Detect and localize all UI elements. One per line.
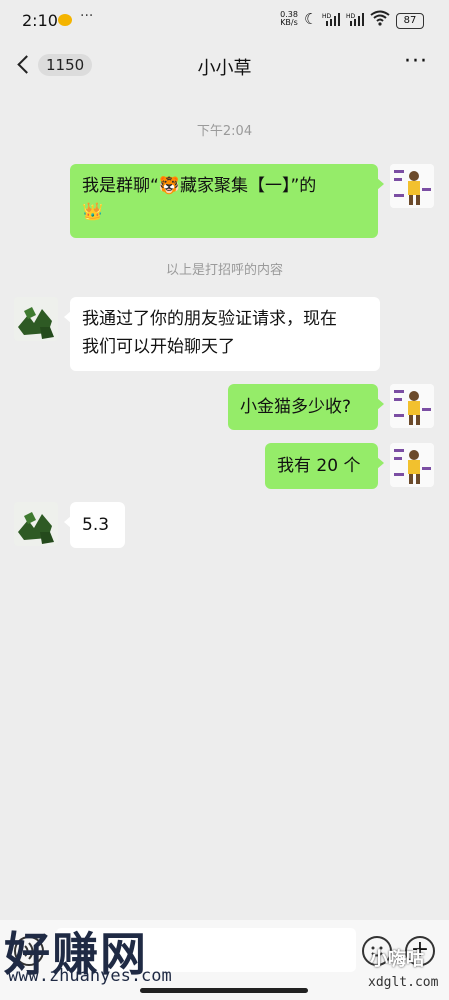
more-notifications-icon: ···	[80, 8, 94, 24]
contact-avatar[interactable]	[14, 502, 58, 546]
home-indicator[interactable]	[140, 988, 308, 993]
message-timestamp: 下午2:04	[196, 124, 253, 139]
message-text: 5.3	[82, 515, 110, 535]
message-text-line: 我们可以开始聊天了	[82, 337, 235, 357]
network-speed-unit: KB/s	[280, 18, 298, 27]
message-bubble-sent[interactable]: 我有 20 个	[265, 443, 384, 489]
my-avatar[interactable]	[390, 384, 434, 428]
signal-label-2: HD	[346, 13, 356, 20]
battery-indicator: 87	[396, 13, 424, 29]
contact-avatar[interactable]	[14, 297, 58, 341]
message-text: 小金猫多少收?	[240, 397, 352, 417]
message-text-line: 👑	[82, 202, 104, 222]
more-options-button[interactable]: ···	[401, 51, 431, 80]
chat-header: 1150 小小草 ···	[0, 42, 449, 90]
my-avatar[interactable]	[390, 164, 434, 208]
watermark-right-title: 小嗨咕	[370, 949, 424, 970]
watermark-right-url: xdglt.com	[368, 975, 439, 990]
plant-avatar-icon	[14, 297, 58, 341]
message-bubble-received[interactable]: 我通过了你的朋友验证请求，现在 我们可以开始聊天了	[64, 297, 380, 371]
network-speed: 0.38 KB/s	[278, 11, 300, 27]
chat-title: 小小草	[197, 58, 252, 79]
wifi-icon	[370, 10, 390, 26]
watermark-left-url: www.zhuanyes.com	[8, 966, 172, 986]
status-time: 2:10	[22, 11, 58, 30]
message-bubble-sent[interactable]: 我是群聊“🐯藏家聚集【一】”的 👑	[70, 164, 384, 238]
player-avatar-icon	[390, 164, 434, 208]
player-avatar-icon	[390, 384, 434, 428]
message-text-line: 我是群聊“🐯藏家聚集【一】”的	[82, 176, 317, 196]
signal-icon: HD	[322, 13, 340, 26]
greeting-note: 以上是打招呼的内容	[165, 263, 283, 278]
status-bar: 2:10 ··· 0.38 KB/s ☾ HD HD 87	[0, 0, 449, 40]
my-avatar[interactable]	[390, 443, 434, 487]
do-not-disturb-icon: ☾	[304, 10, 318, 28]
signal-label-1: HD	[322, 13, 332, 20]
signal-icon-2: HD	[346, 13, 364, 26]
message-text: 我有 20 个	[277, 456, 361, 476]
message-text-line: 我通过了你的朋友验证请求，现在	[82, 309, 337, 329]
weibo-notification-icon	[58, 14, 72, 26]
message-bubble-sent[interactable]: 小金猫多少收?	[228, 384, 384, 430]
message-bubble-received[interactable]: 5.3	[64, 502, 125, 548]
plant-avatar-icon	[14, 502, 58, 546]
player-avatar-icon	[390, 443, 434, 487]
